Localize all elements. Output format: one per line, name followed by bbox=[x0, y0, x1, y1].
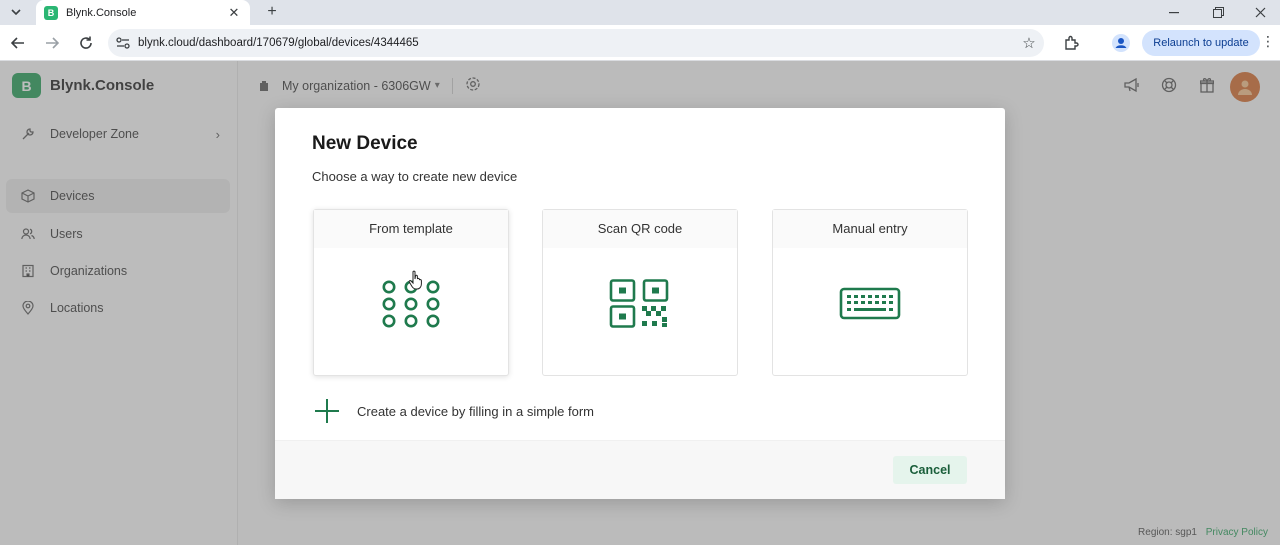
cancel-button[interactable]: Cancel bbox=[893, 456, 967, 484]
forward-button[interactable] bbox=[42, 33, 62, 53]
option-scan-qr[interactable]: Scan QR code bbox=[542, 209, 738, 376]
dialog-title: New Device bbox=[312, 133, 418, 154]
minimize-icon bbox=[1169, 11, 1179, 13]
plus-icon bbox=[312, 396, 342, 426]
arrow-left-icon bbox=[11, 37, 24, 49]
address-bar[interactable]: blynk.cloud/dashboard/170679/global/devi… bbox=[108, 29, 1044, 57]
site-info-icon[interactable] bbox=[108, 37, 138, 49]
option-from-template[interactable]: From template bbox=[313, 209, 509, 376]
browser-menu-icon[interactable]: ⋮ bbox=[1260, 33, 1276, 53]
tab-search-button[interactable] bbox=[4, 2, 28, 22]
close-tab-icon[interactable]: ✕ bbox=[226, 5, 242, 21]
reload-icon bbox=[80, 36, 92, 49]
back-button[interactable] bbox=[8, 33, 28, 53]
browser-tab-bar: B Blynk.Console ✕ + bbox=[0, 0, 1280, 25]
create-by-form-label: Create a device by filling in a simple f… bbox=[357, 403, 594, 419]
reload-button[interactable] bbox=[76, 33, 96, 53]
close-icon bbox=[1255, 7, 1265, 18]
browser-toolbar: blynk.cloud/dashboard/170679/global/devi… bbox=[0, 25, 1280, 61]
tab-title: Blynk.Console bbox=[66, 6, 137, 19]
extensions-icon[interactable] bbox=[1062, 34, 1080, 52]
option-manual-entry[interactable]: Manual entry bbox=[772, 209, 968, 376]
keyboard-icon bbox=[773, 274, 967, 334]
new-device-dialog: New Device Choose a way to create new de… bbox=[275, 108, 1005, 499]
bookmark-star-icon[interactable]: ☆ bbox=[1014, 34, 1044, 52]
relaunch-update-button[interactable]: Relaunch to update bbox=[1142, 30, 1260, 56]
minimize-button[interactable] bbox=[1152, 0, 1196, 25]
close-window-button[interactable] bbox=[1238, 0, 1280, 25]
new-tab-button[interactable]: + bbox=[262, 2, 282, 22]
dialog-subtitle: Choose a way to create new device bbox=[312, 169, 518, 184]
profile-icon[interactable] bbox=[1112, 34, 1130, 52]
qr-code-icon bbox=[543, 274, 737, 334]
create-by-form-link[interactable]: Create a device by filling in a simple f… bbox=[312, 396, 594, 426]
option-label: Manual entry bbox=[773, 210, 967, 248]
url-text: blynk.cloud/dashboard/170679/global/devi… bbox=[138, 37, 419, 49]
option-label: Scan QR code bbox=[543, 210, 737, 248]
option-label: From template bbox=[314, 210, 508, 248]
arrow-right-icon bbox=[46, 37, 59, 49]
restore-button[interactable] bbox=[1196, 0, 1240, 25]
chevron-down-icon bbox=[11, 9, 21, 15]
browser-tab[interactable]: B Blynk.Console ✕ bbox=[36, 0, 250, 25]
blynk-favicon-icon: B bbox=[44, 5, 58, 20]
restore-icon bbox=[1212, 7, 1224, 18]
dialog-footer: Cancel bbox=[275, 440, 1005, 499]
hand-pointer-cursor-icon bbox=[408, 270, 422, 290]
